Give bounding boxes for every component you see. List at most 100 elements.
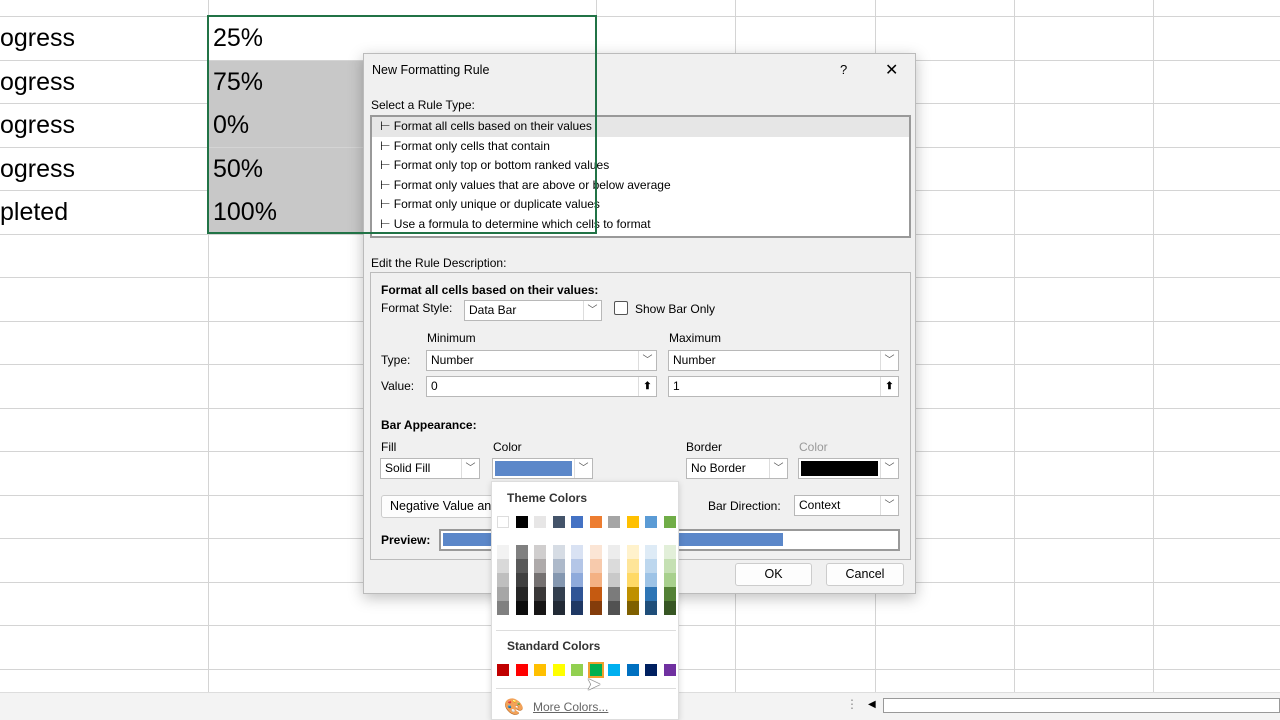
standard-color-swatch[interactable] bbox=[534, 664, 546, 676]
chevron-down-icon: ﹀ bbox=[880, 496, 898, 515]
standard-color-swatch[interactable] bbox=[571, 664, 583, 676]
theme-shade-swatch[interactable] bbox=[645, 601, 657, 615]
status-cell[interactable]: ogress bbox=[0, 17, 208, 60]
show-bar-only-checkbox[interactable] bbox=[614, 301, 628, 315]
theme-shade-swatch[interactable] bbox=[608, 559, 620, 573]
collapse-dialog-icon[interactable]: ⬆ bbox=[638, 377, 656, 396]
theme-shade-swatch[interactable] bbox=[608, 587, 620, 601]
theme-shade-swatch[interactable] bbox=[515, 587, 528, 601]
scroll-track[interactable] bbox=[883, 698, 1280, 713]
status-cell[interactable]: ogress bbox=[0, 61, 208, 104]
theme-shade-swatch[interactable] bbox=[534, 545, 546, 559]
theme-shade-swatch[interactable] bbox=[663, 559, 676, 573]
theme-shade-swatch[interactable] bbox=[589, 601, 602, 615]
chevron-down-icon: ﹀ bbox=[880, 459, 898, 478]
theme-shade-swatch[interactable] bbox=[571, 587, 583, 601]
theme-color-swatch[interactable] bbox=[608, 516, 620, 528]
theme-shade-swatch[interactable] bbox=[552, 559, 565, 573]
standard-color-swatch[interactable] bbox=[608, 664, 620, 676]
max-type-select[interactable]: Number ﹀ bbox=[668, 350, 899, 371]
theme-shade-swatch[interactable] bbox=[571, 559, 583, 573]
theme-shade-swatch[interactable] bbox=[589, 573, 602, 587]
theme-shade-swatch[interactable] bbox=[497, 559, 509, 573]
border-select[interactable]: No Border ﹀ bbox=[686, 458, 788, 479]
theme-shade-swatch[interactable] bbox=[552, 573, 565, 587]
theme-shade-swatch[interactable] bbox=[645, 573, 657, 587]
theme-shade-swatch[interactable] bbox=[515, 545, 528, 559]
theme-color-swatch[interactable] bbox=[497, 516, 509, 528]
cancel-button[interactable]: Cancel bbox=[826, 563, 904, 586]
format-style-select[interactable]: Data Bar ﹀ bbox=[464, 300, 602, 321]
theme-shade-swatch[interactable] bbox=[515, 601, 528, 615]
theme-shade-swatch[interactable] bbox=[608, 545, 620, 559]
theme-shade-swatch[interactable] bbox=[534, 587, 546, 601]
more-colors-button[interactable]: More Colors... bbox=[533, 700, 608, 714]
theme-shade-swatch[interactable] bbox=[571, 573, 583, 587]
theme-shade-swatch[interactable] bbox=[608, 573, 620, 587]
theme-shade-swatch[interactable] bbox=[608, 601, 620, 615]
border-color-swatch bbox=[801, 461, 878, 476]
theme-shade-swatch[interactable] bbox=[626, 587, 639, 601]
theme-shade-swatch[interactable] bbox=[663, 587, 676, 601]
standard-color-swatch[interactable] bbox=[515, 664, 528, 676]
status-cell[interactable]: pleted bbox=[0, 191, 208, 234]
theme-shade-swatch[interactable] bbox=[552, 587, 565, 601]
theme-shade-swatch[interactable] bbox=[626, 601, 639, 615]
max-value-input[interactable]: 1 ⬆ bbox=[668, 376, 899, 397]
close-button[interactable]: ✕ bbox=[885, 60, 898, 80]
fill-value: Solid Fill bbox=[385, 461, 431, 475]
theme-shade-swatch[interactable] bbox=[534, 559, 546, 573]
standard-color-swatch[interactable] bbox=[626, 664, 639, 676]
theme-shade-swatch[interactable] bbox=[663, 573, 676, 587]
theme-shade-swatch[interactable] bbox=[626, 545, 639, 559]
standard-color-swatch[interactable] bbox=[497, 664, 509, 676]
standard-color-swatch[interactable] bbox=[663, 664, 676, 676]
bar-color-select[interactable]: ﹀ bbox=[492, 458, 593, 479]
help-button[interactable]: ? bbox=[840, 62, 847, 77]
min-type-select[interactable]: Number ﹀ bbox=[426, 350, 657, 371]
bar-direction-select[interactable]: Context ﹀ bbox=[794, 495, 899, 516]
theme-shade-swatch[interactable] bbox=[663, 601, 676, 615]
theme-shade-swatch[interactable] bbox=[552, 601, 565, 615]
theme-color-swatch[interactable] bbox=[534, 516, 546, 528]
scroll-left-icon[interactable]: ◀ bbox=[868, 699, 876, 710]
theme-shade-swatch[interactable] bbox=[645, 545, 657, 559]
status-cell[interactable]: ogress bbox=[0, 148, 208, 191]
theme-shade-swatch[interactable] bbox=[626, 573, 639, 587]
theme-shade-swatch[interactable] bbox=[497, 573, 509, 587]
standard-color-swatch[interactable] bbox=[645, 664, 657, 676]
theme-shade-swatch[interactable] bbox=[552, 545, 565, 559]
standard-color-swatch[interactable] bbox=[552, 664, 565, 676]
split-handle-icon[interactable]: ⋮ bbox=[846, 697, 858, 711]
theme-color-swatch[interactable] bbox=[571, 516, 583, 528]
min-value-input[interactable]: 0 ⬆ bbox=[426, 376, 657, 397]
theme-color-swatch[interactable] bbox=[589, 516, 602, 528]
theme-color-swatch[interactable] bbox=[626, 516, 639, 528]
theme-shade-swatch[interactable] bbox=[663, 545, 676, 559]
theme-color-swatch[interactable] bbox=[515, 516, 528, 528]
theme-shade-swatch[interactable] bbox=[626, 559, 639, 573]
theme-color-swatch[interactable] bbox=[663, 516, 676, 528]
theme-shade-swatch[interactable] bbox=[515, 573, 528, 587]
status-cell[interactable]: ogress bbox=[0, 104, 208, 147]
theme-shade-swatch[interactable] bbox=[571, 545, 583, 559]
theme-colors-heading: Theme Colors bbox=[507, 491, 588, 505]
theme-color-swatch[interactable] bbox=[645, 516, 657, 528]
theme-shade-swatch[interactable] bbox=[515, 559, 528, 573]
theme-shade-swatch[interactable] bbox=[534, 573, 546, 587]
theme-shade-swatch[interactable] bbox=[534, 601, 546, 615]
ok-button[interactable]: OK bbox=[735, 563, 812, 586]
theme-shade-swatch[interactable] bbox=[497, 587, 509, 601]
theme-shade-swatch[interactable] bbox=[571, 601, 583, 615]
theme-shade-swatch[interactable] bbox=[497, 545, 509, 559]
collapse-dialog-icon[interactable]: ⬆ bbox=[880, 377, 898, 396]
theme-shade-swatch[interactable] bbox=[645, 559, 657, 573]
theme-shade-swatch[interactable] bbox=[589, 545, 602, 559]
theme-shade-swatch[interactable] bbox=[589, 559, 602, 573]
theme-color-swatch[interactable] bbox=[552, 516, 565, 528]
border-color-select[interactable]: ﹀ bbox=[798, 458, 899, 479]
theme-shade-swatch[interactable] bbox=[645, 587, 657, 601]
theme-shade-swatch[interactable] bbox=[497, 601, 509, 615]
theme-shade-swatch[interactable] bbox=[589, 587, 602, 601]
fill-select[interactable]: Solid Fill ﹀ bbox=[380, 458, 480, 479]
